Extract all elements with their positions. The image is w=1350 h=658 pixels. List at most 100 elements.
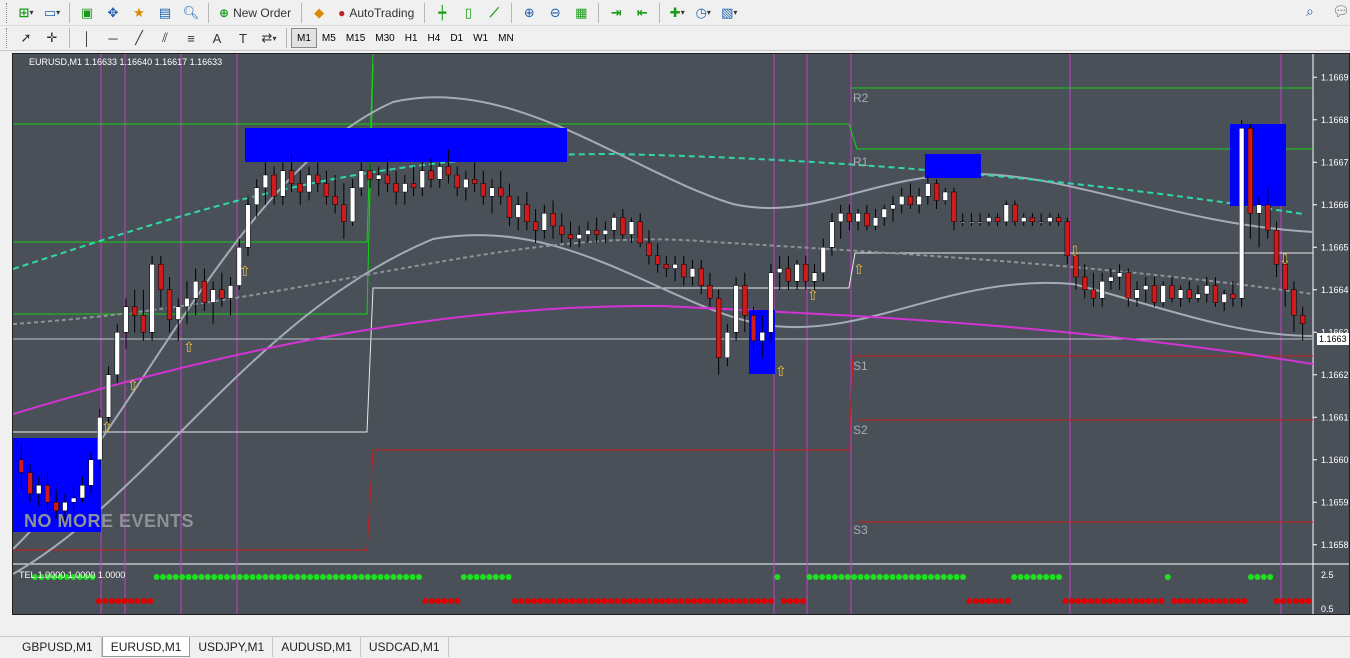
templates-icon[interactable]: ▧ ▾ [718,2,740,24]
indicator-dot-green [192,574,198,580]
new-order-button[interactable]: ⊕ New Order [215,2,295,24]
tab-audusd[interactable]: AUDUSD,M1 [273,637,361,657]
sell-arrow: ⇩ [1279,252,1291,268]
market-watch-icon[interactable]: ▣ [76,2,98,24]
arrows-icon[interactable]: ⇄ ▾ [258,27,280,49]
terminal-icon[interactable]: ▤ [154,2,176,24]
search-icon[interactable]: ⌕ [1306,3,1314,20]
metaeditor-icon[interactable]: ◆ [308,2,330,24]
indicator-dot-red [569,598,576,604]
indicator-dot-green [915,574,922,580]
timeframe-w1[interactable]: W1 [468,28,493,48]
candle-body [262,174,269,188]
profiles-icon[interactable]: ▭ ▾ [41,2,63,24]
strategy-tester-icon[interactable]: 🔍︎ [180,2,202,24]
candlestick-icon[interactable]: ▯ [457,2,479,24]
indicator-dot-green [172,574,179,580]
toolbar-grip-2[interactable] [6,28,9,48]
timeframe-d1[interactable]: D1 [445,28,468,48]
candle-body [646,242,652,256]
cursor-icon[interactable]: ➚ [15,27,37,49]
chart-tabs: GBPUSD,M1 EURUSD,M1 USDJPY,M1 AUDUSD,M1 … [0,636,1350,658]
candle-body [907,196,914,205]
text-label-icon[interactable]: T [232,27,254,49]
tab-usdcad[interactable]: USDCAD,M1 [361,637,449,657]
candle-body [140,315,147,333]
candle-body [890,204,896,210]
auto-scroll-icon[interactable]: ⇥ [605,2,627,24]
chat-icon[interactable]: 💬︎ [1332,3,1350,20]
tab-usdjpy[interactable]: USDJPY,M1 [190,637,274,657]
candle-body [559,225,565,235]
indicator-dot-red [966,598,973,604]
indicator-dot-red [1094,598,1101,604]
drawing-toolbar: ➚ ✛ │ ─ ╱ ⫽ ≡ A T ⇄ ▾ M1 M5 M15 M30 H1 H4… [0,26,1350,51]
timeframe-m15[interactable]: M15 [341,28,370,48]
indicator-dot-red [1292,598,1299,604]
tab-eurusd[interactable]: EURUSD,M1 [101,637,191,657]
candle-body [297,183,303,193]
candle-body [1090,289,1097,299]
zoom-in-icon[interactable]: ⊕ [518,2,540,24]
indicators-icon[interactable]: ✚ ▾ [666,2,688,24]
candle-body [933,183,940,201]
indicator-dot-green [198,574,205,580]
indicator-dot-green [812,574,819,580]
indicator-dot-green [864,574,870,580]
y-tick-label: 1.1669 [1321,72,1349,82]
line-chart-icon[interactable]: ⟋ [483,2,505,24]
periods-icon[interactable]: ◷ ▾ [692,2,714,24]
crosshair-icon[interactable]: ✛ [41,27,63,49]
horizontal-line-icon[interactable]: ─ [102,27,124,49]
indicator-dot-green [960,574,966,580]
indicator-dot-red [1171,598,1178,604]
y-tick-label: 1.1659 [1321,497,1349,507]
timeframe-h1[interactable]: H1 [400,28,423,48]
new-chart-icon[interactable]: ⊞ ▾ [15,2,37,24]
indicator-dot-green [1011,574,1018,580]
chart-window[interactable]: ⇧ ⇧ ⇧ ⇧ ⇧ ⇧ ⇧ ⇩ ⇩ R2 R1 S1 S2 S3 1.1669 1.1668 1.1667 1.1… [12,53,1350,615]
candle-body [672,264,678,269]
indicator-dot-green [1043,574,1050,580]
timeframe-m5[interactable]: M5 [317,28,341,48]
candle-body [681,264,687,278]
indicator-dot-red [1075,598,1082,604]
indicator-dot-green [1030,574,1037,580]
equidistant-channel-icon[interactable]: ⫽ [154,27,176,49]
text-icon[interactable]: A [206,27,228,49]
candle-body [410,183,417,188]
vertical-line-icon[interactable]: │ [76,27,98,49]
timeframe-m1[interactable]: M1 [291,28,317,48]
indicator-dot-red [998,598,1005,604]
indicator-dot-red [684,598,691,604]
toolbar-grip[interactable] [6,2,9,23]
indicator-dot-red [742,598,749,604]
indicator-dot-green [275,574,282,580]
candle-body [88,459,94,486]
tile-windows-icon[interactable]: ▦ [570,2,592,24]
candle-body [899,196,905,205]
data-window-icon[interactable]: ✥ [102,2,124,24]
pivot-label-s3: S3 [853,523,868,537]
tab-gbpusd[interactable]: GBPUSD,M1 [14,637,102,657]
timeframe-h4[interactable]: H4 [423,28,446,48]
indicator-dot-green [204,574,211,580]
chart-shift-icon[interactable]: ⇤ [631,2,653,24]
bar-chart-icon[interactable]: ┿ [431,2,453,24]
autotrading-button[interactable]: ● AutoTrading [334,2,418,24]
indicator-dot-red [787,598,794,604]
y-tick-label: 1.1660 [1321,455,1349,465]
y-tick-label: 1.1664 [1321,285,1349,295]
trendline-icon[interactable]: ╱ [128,27,150,49]
fibonacci-icon[interactable]: ≡ [180,27,202,49]
candle-body [803,264,809,282]
timeframe-m30[interactable]: M30 [370,28,399,48]
candle-body [437,166,443,180]
indicator-dot-green [268,574,275,580]
price-chart[interactable]: ⇧ ⇧ ⇧ ⇧ ⇧ ⇧ ⇧ ⇩ ⇩ R2 R1 S1 S2 S3 1.1669 1.1668 1.1667 1.1… [13,54,1349,614]
zoom-out-icon[interactable]: ⊖ [544,2,566,24]
navigator-icon[interactable]: ★ [128,2,150,24]
timeframe-mn[interactable]: MN [493,28,519,48]
indicator-dot-red [588,598,595,604]
indicator-dot-green [947,574,954,580]
